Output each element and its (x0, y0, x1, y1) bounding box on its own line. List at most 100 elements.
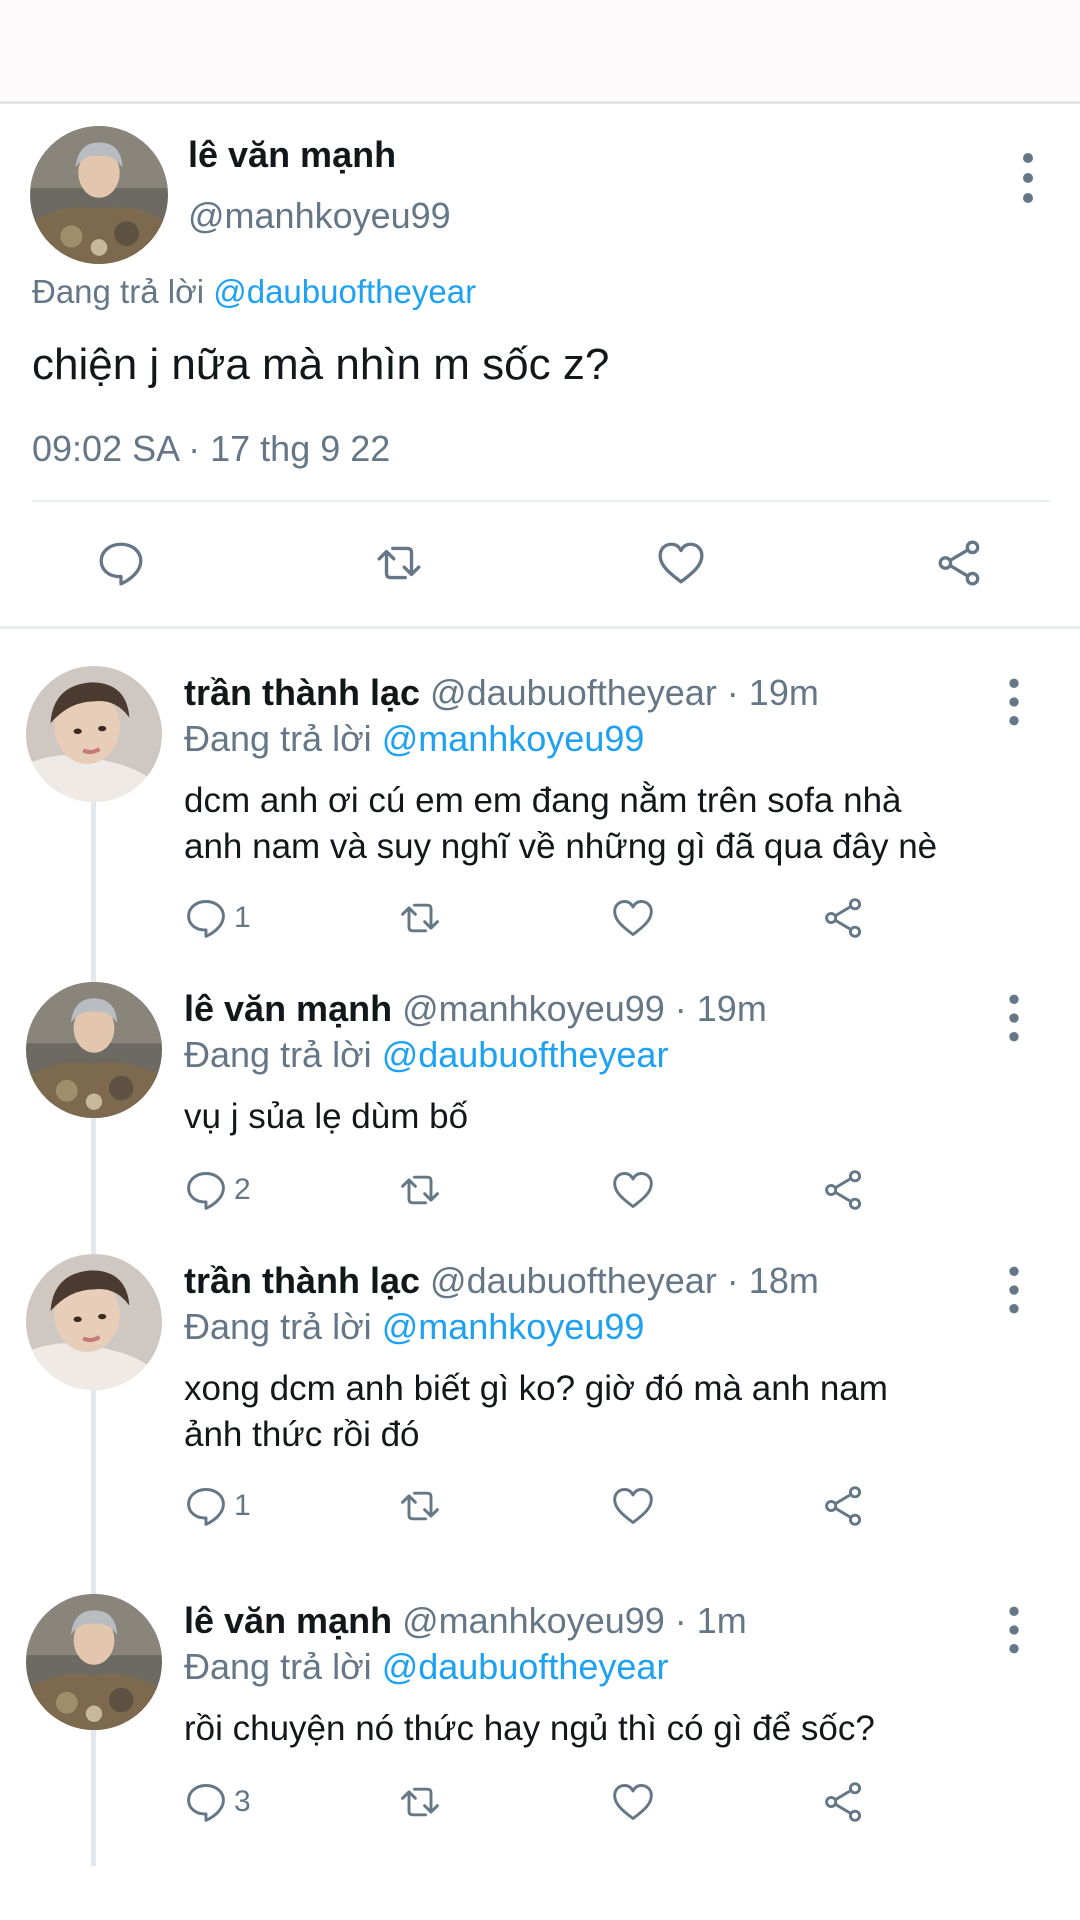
avatar[interactable] (26, 666, 162, 802)
tweet-text-line: xong dcm anh biết gì ko? giờ đó mà anh n… (184, 1369, 888, 1408)
reply-tweet: trần thành lạc @daubuoftheyear · 18m Đan… (0, 1254, 1080, 1554)
replying-label: Đang trả lời (184, 718, 382, 759)
author-meta: @manhkoyeu99 · 1m (392, 1600, 747, 1641)
reply-icon (184, 1484, 228, 1528)
author-meta: @daubuoftheyear · 19m (420, 672, 819, 713)
author-meta: @manhkoyeu99 · 19m (392, 988, 767, 1029)
reply-count: 3 (234, 1785, 251, 1818)
reply-header: lê văn mạnh @manhkoyeu99 · 19m (184, 988, 767, 1030)
retweet-icon (396, 896, 444, 940)
replying-to: Đang trả lời @daubuoftheyear (32, 273, 476, 311)
avatar[interactable] (26, 1254, 162, 1390)
share-icon (822, 1484, 866, 1528)
share-button[interactable] (822, 1780, 866, 1824)
retweet-icon (372, 538, 426, 588)
like-icon (610, 1168, 656, 1212)
retweet-button[interactable] (396, 1780, 444, 1824)
more-options-icon[interactable] (996, 1262, 1032, 1318)
reply-icon (96, 538, 146, 588)
like-button[interactable] (655, 538, 707, 588)
tweet-text: xong dcm anh biết gì ko? giờ đó mà anh n… (184, 1366, 1044, 1458)
tweet-text: dcm anh ơi cú em em đang nằm trên sofa n… (184, 778, 1044, 870)
reply-tweet: trần thành lạc @daubuoftheyear · 19m Đan… (0, 666, 1080, 966)
replying-mention-link[interactable]: @daubuoftheyear (382, 1646, 669, 1687)
author-handle[interactable]: @manhkoyeu99 (188, 195, 451, 237)
retweet-button[interactable] (396, 896, 444, 940)
replying-to: Đang trả lời @daubuoftheyear (184, 1646, 668, 1688)
replying-mention-link[interactable]: @manhkoyeu99 (382, 718, 645, 759)
reply-tweet: lê văn mạnh @manhkoyeu99 · 1m Đang trả l… (0, 1594, 1080, 1884)
avatar[interactable] (30, 126, 168, 264)
retweet-icon (396, 1484, 444, 1528)
divider (32, 500, 1050, 502)
like-button[interactable] (610, 1484, 656, 1528)
reply-button[interactable]: 2 (184, 1168, 251, 1212)
reply-icon (184, 1780, 228, 1824)
reply-count: 1 (234, 901, 251, 934)
reply-header: lê văn mạnh @manhkoyeu99 · 1m (184, 1600, 747, 1642)
replying-label: Đang trả lời (32, 273, 214, 310)
author-name[interactable]: lê văn mạnh (184, 1600, 392, 1641)
share-icon (822, 1168, 866, 1212)
main-tweet: lê văn mạnh @manhkoyeu99 Đang trả lời @d… (0, 108, 1080, 628)
divider (0, 626, 1080, 629)
retweet-button[interactable] (372, 538, 426, 588)
reply-button[interactable] (96, 538, 146, 588)
reply-button[interactable]: 1 (184, 1484, 251, 1528)
author-name[interactable]: trần thành lạc (184, 1260, 420, 1301)
like-button[interactable] (610, 1780, 656, 1824)
like-icon (610, 896, 656, 940)
replying-mention-link[interactable]: @daubuoftheyear (382, 1034, 669, 1075)
replying-to: Đang trả lời @manhkoyeu99 (184, 718, 644, 760)
retweet-button[interactable] (396, 1484, 444, 1528)
reply-button[interactable]: 1 (184, 896, 251, 940)
share-button[interactable] (822, 1484, 866, 1528)
retweet-icon (396, 1780, 444, 1824)
replying-label: Đang trả lời (184, 1034, 382, 1075)
replying-mention-link[interactable]: @manhkoyeu99 (382, 1306, 645, 1347)
author-name[interactable]: lê văn mạnh (188, 134, 396, 176)
replying-mention-link[interactable]: @daubuoftheyear (213, 273, 476, 310)
reply-header: trần thành lạc @daubuoftheyear · 19m (184, 672, 819, 714)
more-options-icon[interactable] (1010, 148, 1046, 208)
tweet-text-line: vụ j sủa lẹ dùm bố (184, 1097, 469, 1136)
avatar[interactable] (26, 1594, 162, 1730)
replying-label: Đang trả lời (184, 1646, 382, 1687)
like-icon (655, 538, 707, 588)
reply-tweet: lê văn mạnh @manhkoyeu99 · 19m Đang trả … (0, 982, 1080, 1242)
author-meta: @daubuoftheyear · 18m (420, 1260, 819, 1301)
tweet-text-line: ảnh thức rồi đó (184, 1415, 420, 1454)
avatar[interactable] (26, 982, 162, 1118)
tweet-text-line: rồi chuyện nó thức hay ngủ thì có gì để … (184, 1709, 875, 1748)
more-options-icon[interactable] (996, 990, 1032, 1046)
more-options-icon[interactable] (996, 674, 1032, 730)
share-icon (822, 896, 866, 940)
replying-to: Đang trả lời @daubuoftheyear (184, 1034, 668, 1076)
tweet-text-line: anh nam và suy nghĩ về những gì đã qua đ… (184, 827, 938, 866)
tweet-text: chiện j nữa mà nhìn m sốc z? (32, 340, 610, 389)
replying-to: Đang trả lời @manhkoyeu99 (184, 1306, 644, 1348)
tweet-timestamp: 09:02 SA · 17 thg 9 22 (32, 428, 391, 469)
reply-count: 2 (234, 1173, 251, 1206)
like-icon (610, 1484, 656, 1528)
like-icon (610, 1780, 656, 1824)
share-button[interactable] (822, 1168, 866, 1212)
share-icon (822, 1780, 866, 1824)
more-options-icon[interactable] (996, 1602, 1032, 1658)
retweet-button[interactable] (396, 1168, 444, 1212)
replying-label: Đang trả lời (184, 1306, 382, 1347)
tweet-text: vụ j sủa lẹ dùm bố (184, 1094, 1044, 1140)
author-name[interactable]: lê văn mạnh (184, 988, 392, 1029)
tweet-text-line: dcm anh ơi cú em em đang nằm trên sofa n… (184, 781, 902, 820)
like-button[interactable] (610, 1168, 656, 1212)
reply-count: 1 (234, 1489, 251, 1522)
reply-icon (184, 896, 228, 940)
retweet-icon (396, 1168, 444, 1212)
tweet-text: rồi chuyện nó thức hay ngủ thì có gì để … (184, 1706, 1044, 1752)
reply-button[interactable]: 3 (184, 1780, 251, 1824)
author-name[interactable]: trần thành lạc (184, 672, 420, 713)
like-button[interactable] (610, 896, 656, 940)
share-button[interactable] (935, 538, 985, 588)
share-button[interactable] (822, 896, 866, 940)
status-bar (0, 0, 1080, 104)
